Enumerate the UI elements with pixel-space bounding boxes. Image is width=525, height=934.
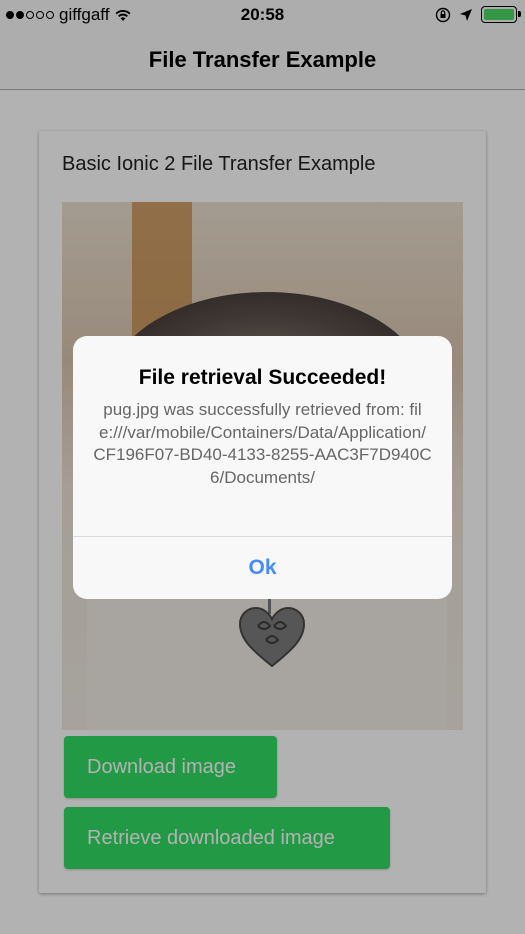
- alert-ok-button[interactable]: Ok: [73, 537, 452, 599]
- alert-message: pug.jpg was successfully retrieved from:…: [93, 400, 432, 487]
- alert-dialog: File retrieval Succeeded! pug.jpg was su…: [73, 336, 452, 599]
- alert-title: File retrieval Succeeded!: [138, 366, 387, 389]
